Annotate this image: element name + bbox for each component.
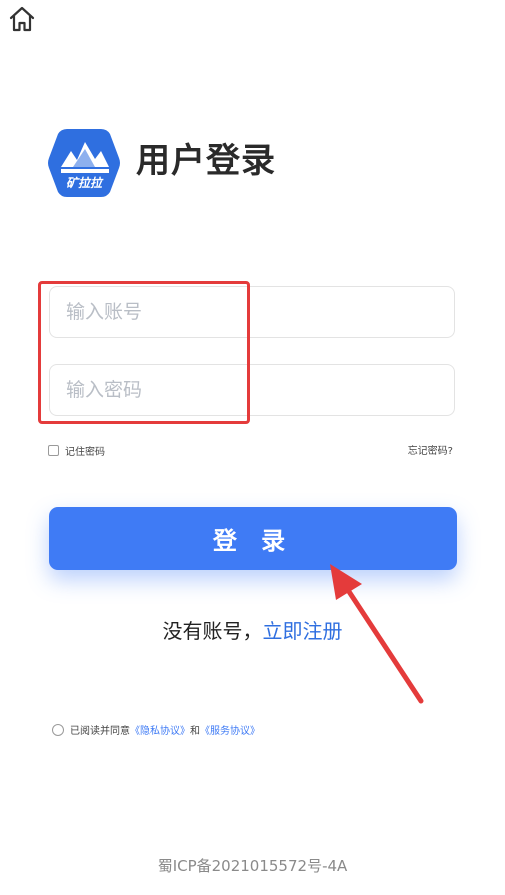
- app-logo: 矿拉拉: [47, 127, 121, 199]
- password-field[interactable]: [49, 364, 455, 416]
- service-link[interactable]: 《服务协议》: [200, 722, 260, 737]
- page-title: 用户登录: [136, 141, 276, 181]
- register-prompt: 没有账号，立即注册: [0, 615, 505, 644]
- home-button[interactable]: [7, 4, 37, 34]
- home-icon: [9, 6, 35, 32]
- agreement-radio[interactable]: [52, 723, 64, 736]
- register-text: 没有账号，: [162, 619, 263, 643]
- register-link[interactable]: 立即注册: [263, 619, 343, 643]
- forgot-password-link[interactable]: 忘记密码?: [408, 442, 453, 457]
- remember-label: 记住密码: [65, 447, 105, 458]
- remember-password-toggle[interactable]: 记住密码: [48, 443, 105, 458]
- logo-text: 矿拉拉: [66, 176, 104, 190]
- account-field[interactable]: [49, 286, 455, 338]
- account-input[interactable]: [50, 287, 454, 337]
- icp-footer[interactable]: 蜀ICP备2021015572号-4A: [0, 855, 505, 876]
- agreement-prefix: 已阅读并同意: [70, 726, 130, 737]
- privacy-link[interactable]: 《隐私协议》: [130, 722, 190, 737]
- agreement-joiner: 和: [190, 726, 200, 737]
- remember-checkbox[interactable]: [48, 445, 59, 456]
- agreement-row: 已阅读并同意 《隐私协议》 和 《服务协议》: [52, 722, 260, 737]
- password-input[interactable]: [50, 365, 454, 415]
